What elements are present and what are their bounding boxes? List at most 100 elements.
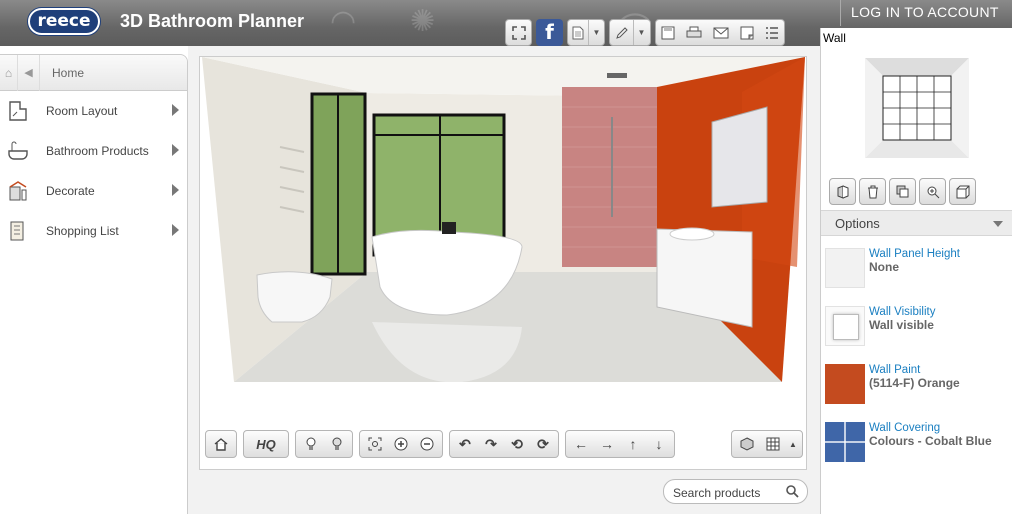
home-icon[interactable]: ⌂ [0,54,18,91]
back-arrow-icon[interactable]: ◀ [18,54,40,91]
property-tools [829,178,976,205]
option-name[interactable]: Wall Panel Height [869,248,960,260]
save-icon[interactable] [661,26,675,40]
rotate-group: ↶ ↷ ⟲ ⟳ [449,430,559,458]
cube-icon [740,437,754,451]
zoom-out-icon [420,437,434,451]
zoom-out-button[interactable] [414,432,440,456]
pencil-icon [615,26,628,39]
option-value: (5114-F) Orange [869,376,960,390]
option-wall-paint[interactable]: Wall Paint (5114-F) Orange [821,364,1012,420]
home-icon [214,438,228,451]
facebook-button[interactable]: f [536,19,563,46]
chevron-right-icon [172,104,179,116]
option-name[interactable]: Wall Visibility [869,306,935,318]
room-layout-icon [0,95,36,127]
zoom-fit-button[interactable] [362,432,388,456]
menu-item-bathroom-products[interactable]: Bathroom Products [0,131,187,171]
pan-left-button[interactable]: ← [568,432,594,456]
login-area: LOG IN TO ACCOUNT [840,0,1012,26]
viewport-controls: HQ ↶ ↷ ⟲ ⟳ ← → ↑ ↓ ▲ [205,430,803,458]
wall-edit-button[interactable] [829,178,856,205]
document-menu-button[interactable]: ▼ [567,19,605,46]
option-wall-panel-height[interactable]: Wall Panel Height None [821,248,1012,304]
rotate-up-button[interactable]: ↶ [452,432,478,456]
option-value: Wall visible [869,318,934,332]
3d-box-button[interactable] [949,178,976,205]
product-search[interactable]: Search products [663,479,808,504]
magnifier-plus-icon [927,186,939,198]
rotate-right-icon: ⟳ [537,435,549,452]
edit-menu-button[interactable]: ▼ [609,19,651,46]
option-value: Colours - Cobalt Blue [869,434,992,448]
left-panel: ⌂ ◀ Home Room Layout Bathroom Products D… [0,54,188,514]
reece-logo[interactable]: reece [28,8,100,35]
home-view-button[interactable] [208,432,234,456]
pan-right-button[interactable]: → [594,432,620,456]
zoom-to-button[interactable] [919,178,946,205]
grid-icon [766,437,780,451]
hq-group: HQ [243,430,289,458]
menu-item-shopping-list[interactable]: Shopping List [0,211,187,251]
option-name[interactable]: Wall Covering [869,422,940,434]
rotate-down-button[interactable]: ↷ [478,432,504,456]
arrow-left-icon: ← [574,436,588,452]
login-link[interactable]: LOG IN TO ACCOUNT [851,4,999,20]
view-mode-menu-button[interactable]: ▲ [786,432,800,456]
decorate-icon [0,175,36,207]
email-icon[interactable] [713,27,729,39]
lightbulb-on-icon [306,437,316,450]
decorative-shower-icon: ✺ [410,5,436,38]
menu-item-label: Bathroom Products [46,144,149,158]
trash-icon [867,185,878,198]
zoom-in-button[interactable] [388,432,414,456]
menu-item-room-layout[interactable]: Room Layout [0,91,187,131]
fullscreen-icon [511,25,526,40]
chevron-right-icon [172,184,179,196]
zoom-fit-icon [368,437,382,451]
chevron-right-icon [172,144,179,156]
duplicate-button[interactable] [889,178,916,205]
hq-toggle-button[interactable]: HQ [246,432,286,456]
search-icon[interactable] [785,484,799,498]
arrow-down-icon: ↓ [655,436,663,452]
search-input[interactable]: Search products [673,486,760,500]
wall-preview-image [865,58,969,158]
rotate-right-button[interactable]: ⟳ [530,432,556,456]
list-icon[interactable] [765,26,779,40]
print-icon[interactable] [686,26,702,40]
pan-down-button[interactable]: ↓ [646,432,672,456]
options-header[interactable]: Options [821,210,1012,236]
bathroom-render[interactable] [202,57,805,382]
fullscreen-button[interactable] [505,19,532,46]
option-wall-covering[interactable]: Wall Covering Colours - Cobalt Blue [821,422,1012,478]
file-actions-group [655,19,785,46]
option-name[interactable]: Wall Paint [869,364,920,376]
shopping-list-icon [0,215,36,247]
rotate-left-button[interactable]: ⟲ [504,432,530,456]
option-swatch [825,248,865,288]
pan-up-button[interactable]: ↑ [620,432,646,456]
light-off-button[interactable] [324,432,350,456]
home-link[interactable]: Home [52,66,84,80]
home-bar: ⌂ ◀ Home [0,54,187,91]
3d-viewport[interactable]: HQ ↶ ↷ ⟲ ⟳ ← → ↑ ↓ ▲ [199,56,807,470]
zoom-in-icon [394,437,408,451]
light-on-button[interactable] [298,432,324,456]
3d-view-button[interactable] [734,432,760,456]
option-swatch [825,422,865,462]
chevron-up-icon: ▲ [789,439,797,449]
rotate-down-icon: ↷ [485,435,497,452]
pan-group: ← → ↑ ↓ [565,430,675,458]
properties-panel: Wall Options Wall Panel Height None Wall… [820,28,1012,514]
window-icon[interactable] [740,26,754,40]
delete-button[interactable] [859,178,886,205]
menu-item-decorate[interactable]: Decorate [0,171,187,211]
header-toolbar: f ▼ ▼ [505,19,785,47]
arrow-right-icon: → [600,436,614,452]
option-value: None [869,260,899,274]
option-wall-visibility[interactable]: Wall Visibility Wall visible [821,306,1012,362]
lightbulb-off-icon [332,437,342,450]
grid-view-button[interactable] [760,432,786,456]
selection-label: Wall [823,31,846,45]
